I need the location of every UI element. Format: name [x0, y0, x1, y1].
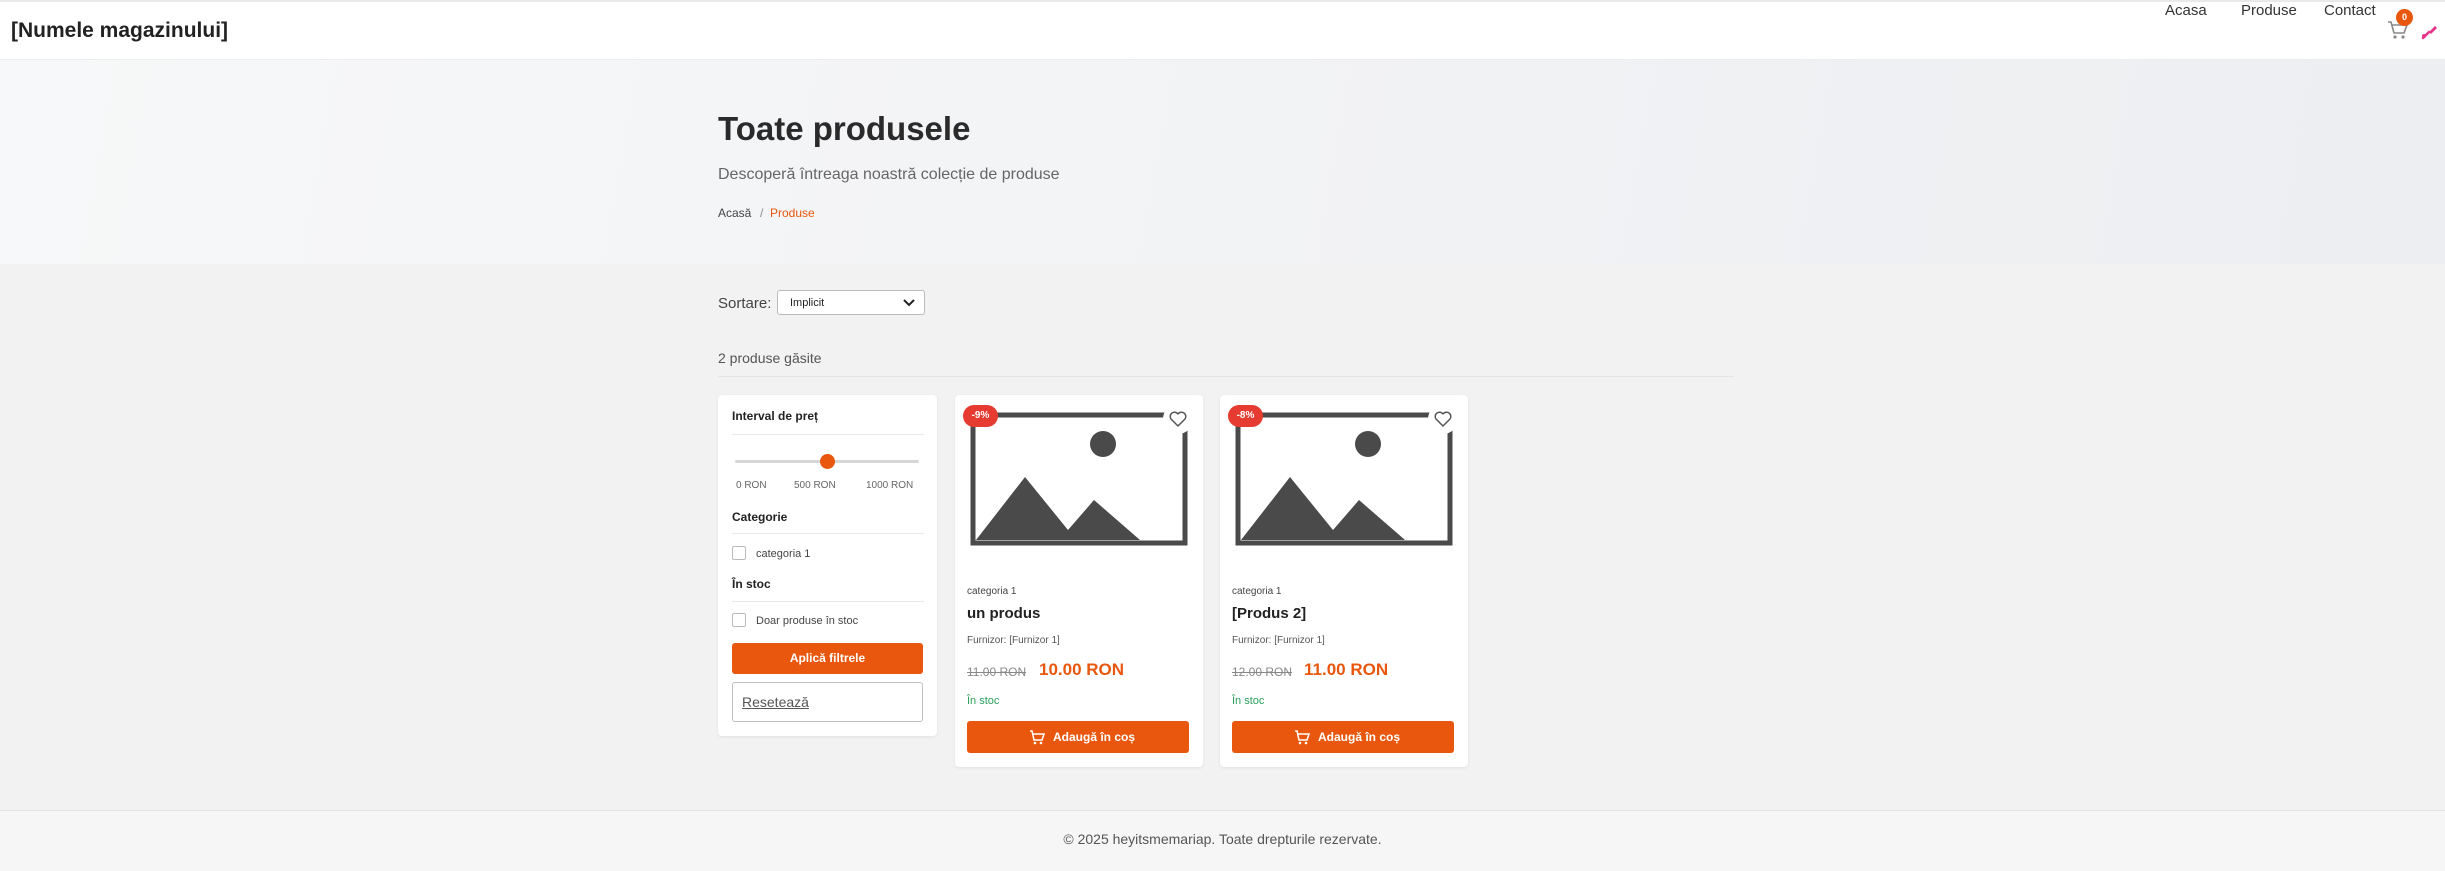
product-old-price: 11.00 RON	[967, 665, 1027, 679]
site-footer: © 2025 heyitsmemariap. Toate drepturile …	[0, 810, 2445, 871]
product-category: categoria 1	[1232, 586, 1282, 597]
product-card[interactable]: -9% categoria 1 un produs Furnizor: [Fur…	[955, 395, 1203, 767]
breadcrumb-separator: /	[760, 206, 764, 220]
category-option-label[interactable]: categoria 1	[756, 548, 810, 560]
site-header: [Numele magazinului] Acasa Produse Conta…	[0, 0, 2445, 60]
nav-link-home[interactable]: Acasa	[2165, 2, 2207, 19]
cart-icon	[1295, 730, 1310, 745]
page-title: Toate produsele	[718, 110, 971, 147]
price-label-min: 0 RON	[736, 480, 767, 491]
product-supplier: Furnizor: [Furnizor 1]	[967, 635, 1060, 646]
reset-filters-button[interactable]: Resetează	[732, 682, 923, 722]
chevron-down-icon	[903, 299, 915, 307]
breadcrumb-current: Produse	[770, 206, 815, 220]
image-placeholder-icon[interactable]	[970, 412, 1188, 546]
divider	[732, 601, 924, 602]
add-to-cart-label: Adaugă în coș	[1318, 730, 1401, 744]
category-checkbox[interactable]	[732, 546, 746, 560]
divider	[732, 434, 924, 435]
stock-status: În stoc	[967, 695, 1000, 707]
page-subtitle: Descoperă întreaga noastră colecție de p…	[718, 166, 1060, 183]
price-slider-handle[interactable]	[819, 454, 835, 469]
page-hero	[0, 60, 2445, 264]
image-placeholder-icon[interactable]	[1235, 412, 1453, 546]
nav-link-products[interactable]: Produse	[2241, 2, 2297, 19]
apply-filters-button[interactable]: Aplică filtrele	[732, 643, 923, 674]
in-stock-option-label[interactable]: Doar produse în stoc	[756, 615, 858, 627]
price-label-mid: 500 RON	[794, 480, 836, 491]
add-to-cart-label: Adaugă în coș	[1053, 730, 1136, 744]
results-count: 2 produse găsite	[718, 350, 822, 366]
wishlist-button[interactable]	[1428, 404, 1458, 434]
price-range-heading: Interval de preț	[732, 409, 819, 423]
stock-heading: În stoc	[732, 577, 771, 591]
product-category: categoria 1	[967, 586, 1017, 597]
copyright-text: © 2025 heyitsmemariap. Toate drepturile …	[1063, 831, 1382, 847]
product-price: 10.00 RON	[1039, 660, 1125, 679]
discount-badge: -9%	[963, 405, 998, 427]
sort-selected-value: Implicit	[790, 297, 825, 309]
discount-badge: -8%	[1228, 405, 1263, 427]
add-to-cart-button[interactable]: Adaugă în coș	[967, 721, 1189, 753]
sort-select[interactable]: Implicit	[777, 290, 925, 315]
price-label-max: 1000 RON	[866, 480, 914, 491]
wishlist-button[interactable]	[1163, 404, 1193, 434]
heart-icon	[1434, 411, 1452, 427]
brush-icon[interactable]	[2420, 21, 2440, 41]
add-to-cart-button[interactable]: Adaugă în coș	[1232, 721, 1454, 753]
divider	[718, 376, 1734, 377]
heart-icon	[1169, 411, 1187, 427]
category-heading: Categorie	[732, 510, 788, 524]
product-price: 11.00 RON	[1304, 660, 1389, 679]
stock-status: În stoc	[1232, 695, 1265, 707]
divider	[732, 533, 924, 534]
cart-count-badge: 0	[2396, 9, 2413, 26]
store-name[interactable]: [Numele magazinului]	[11, 19, 228, 43]
reset-label: Resetează	[742, 694, 809, 710]
product-name[interactable]: un produs	[967, 605, 1040, 622]
breadcrumb-home[interactable]: Acasă	[718, 206, 751, 220]
product-card[interactable]: -8% categoria 1 [Produs 2] Furnizor: [Fu…	[1220, 395, 1468, 767]
product-name[interactable]: [Produs 2]	[1232, 605, 1306, 622]
nav-link-contact[interactable]: Contact	[2324, 2, 2376, 19]
in-stock-checkbox[interactable]	[732, 613, 746, 627]
cart-icon	[1030, 730, 1045, 745]
sort-label: Sortare:	[718, 295, 772, 312]
product-supplier: Furnizor: [Furnizor 1]	[1232, 635, 1325, 646]
product-old-price: 12.00 RON	[1232, 665, 1293, 679]
filter-panel: Interval de preț 0 RON 500 RON 1000 RON …	[718, 395, 937, 736]
